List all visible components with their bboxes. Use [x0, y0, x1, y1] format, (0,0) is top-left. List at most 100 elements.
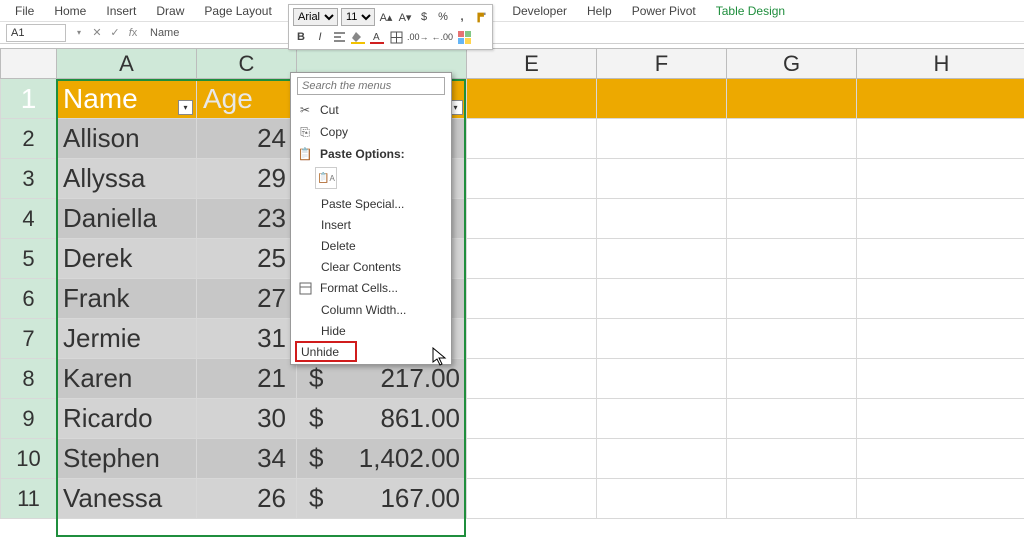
cell-name[interactable]: Derek — [57, 239, 197, 279]
cell-name[interactable]: Karen — [57, 359, 197, 399]
cell-age[interactable]: 30 — [197, 399, 297, 439]
row-header[interactable]: 1 — [1, 79, 57, 119]
format-painter-icon[interactable] — [473, 9, 489, 25]
context-menu-hide[interactable]: Hide — [291, 320, 451, 341]
cell-name[interactable]: Jermie — [57, 319, 197, 359]
fx-icon[interactable]: fx — [125, 25, 141, 41]
context-menu-copy[interactable]: ⎘ Copy — [291, 121, 451, 143]
ribbon-tabs: File Home Insert Draw Page Layout Formul… — [0, 0, 1024, 22]
cell-name[interactable]: Frank — [57, 279, 197, 319]
border-icon[interactable] — [388, 29, 404, 45]
cell-age[interactable]: 23 — [197, 199, 297, 239]
tab-home[interactable]: Home — [44, 1, 96, 21]
cm-label: Paste Special... — [321, 197, 404, 211]
cell-age[interactable]: 24 — [197, 119, 297, 159]
tab-table-design[interactable]: Table Design — [706, 1, 795, 21]
cm-label: Cut — [320, 103, 339, 117]
col-header-g[interactable]: G — [727, 49, 857, 79]
percent-icon[interactable]: % — [435, 9, 451, 25]
cell-name[interactable]: Stephen — [57, 439, 197, 479]
cancel-icon[interactable]: ✕ — [89, 25, 105, 41]
bold-icon[interactable]: B — [293, 29, 309, 45]
cell-age[interactable]: 26 — [197, 479, 297, 519]
cell-amount[interactable]: $167.00 — [297, 479, 467, 519]
cell-age[interactable]: 29 — [197, 159, 297, 199]
cell-age[interactable]: 31 — [197, 319, 297, 359]
context-menu-insert[interactable]: Insert — [291, 214, 451, 235]
format-cells-icon — [297, 280, 313, 296]
cm-label: Clear Contents — [321, 260, 401, 274]
name-box-dropdown-icon[interactable] — [71, 25, 87, 41]
tab-page-layout[interactable]: Page Layout — [194, 1, 281, 21]
context-menu-search[interactable] — [297, 77, 445, 95]
cell-age[interactable]: 21 — [197, 359, 297, 399]
context-menu-cut[interactable]: ✂ Cut — [291, 99, 451, 121]
cm-label: Delete — [321, 239, 356, 253]
fill-color-icon[interactable] — [350, 29, 366, 45]
cell-name[interactable]: Daniella — [57, 199, 197, 239]
paste-values-icon[interactable]: 📋A — [315, 167, 337, 189]
row-header[interactable]: 2 — [1, 119, 57, 159]
comma-style-icon[interactable]: , — [454, 9, 470, 25]
row-header[interactable]: 9 — [1, 399, 57, 439]
table-header-age[interactable]: Age — [197, 79, 297, 119]
row-header[interactable]: 4 — [1, 199, 57, 239]
cell-name[interactable]: Ricardo — [57, 399, 197, 439]
font-color-icon[interactable]: A — [369, 29, 385, 45]
font-size-select[interactable]: 11 — [341, 8, 375, 26]
currency-icon[interactable]: $ — [416, 9, 432, 25]
formula-bar-value[interactable]: Name — [150, 27, 179, 39]
cell-amount[interactable]: $861.00 — [297, 399, 467, 439]
increase-decimal-icon[interactable]: .00→ — [407, 29, 429, 45]
col-header-c[interactable]: C — [197, 49, 297, 79]
context-menu-paste-special[interactable]: Paste Special... — [291, 193, 451, 214]
cell-age[interactable]: 27 — [197, 279, 297, 319]
cell-name[interactable]: Vanessa — [57, 479, 197, 519]
select-all-corner[interactable] — [1, 49, 57, 79]
row-header[interactable]: 3 — [1, 159, 57, 199]
context-menu-unhide[interactable]: Unhide — [295, 341, 357, 362]
row-header[interactable]: 8 — [1, 359, 57, 399]
context-menu-clear-contents[interactable]: Clear Contents — [291, 256, 451, 277]
row-header[interactable]: 6 — [1, 279, 57, 319]
mini-toolbar: Arial 11 A▴ A▾ $ % , B I A .00→ ←.00 — [288, 4, 493, 50]
context-menu-delete[interactable]: Delete — [291, 235, 451, 256]
tab-power-pivot[interactable]: Power Pivot — [622, 1, 706, 21]
row-header[interactable]: 10 — [1, 439, 57, 479]
cell-amount[interactable]: $1,402.00 — [297, 439, 467, 479]
cell-name[interactable]: Allyssa — [57, 159, 197, 199]
col-header-a[interactable]: A — [57, 49, 197, 79]
table-header-name[interactable]: Name ▾ — [57, 79, 197, 119]
enter-icon[interactable]: ✓ — [107, 25, 123, 41]
cm-label: Paste Options: — [320, 147, 405, 161]
cm-label: Unhide — [301, 345, 339, 359]
italic-icon[interactable]: I — [312, 29, 328, 45]
tab-file[interactable]: File — [5, 1, 44, 21]
row-header[interactable]: 5 — [1, 239, 57, 279]
row-header[interactable]: 11 — [1, 479, 57, 519]
cell-age[interactable]: 25 — [197, 239, 297, 279]
decrease-decimal-icon[interactable]: ←.00 — [432, 29, 454, 45]
tab-help[interactable]: Help — [577, 1, 622, 21]
row-header[interactable]: 7 — [1, 319, 57, 359]
font-name-select[interactable]: Arial — [293, 8, 338, 26]
col-header-h[interactable]: H — [857, 49, 1024, 79]
cell-age[interactable]: 34 — [197, 439, 297, 479]
increase-font-icon[interactable]: A▴ — [378, 9, 394, 25]
align-icon[interactable] — [331, 29, 347, 45]
col-header-f[interactable]: F — [597, 49, 727, 79]
tab-developer[interactable]: Developer — [502, 1, 577, 21]
conditional-format-icon[interactable] — [456, 29, 472, 45]
col-header-e[interactable]: E — [467, 49, 597, 79]
header-name-label: Name — [63, 83, 138, 114]
tab-draw[interactable]: Draw — [146, 1, 194, 21]
spreadsheet-grid[interactable]: A C E F G H 1 Name ▾ Age ▾ — [0, 48, 1024, 538]
filter-dropdown-icon[interactable]: ▾ — [178, 100, 193, 115]
context-menu-column-width[interactable]: Column Width... — [291, 299, 451, 320]
tab-insert[interactable]: Insert — [96, 1, 146, 21]
context-menu-format-cells[interactable]: Format Cells... — [291, 277, 451, 299]
cell-name[interactable]: Allison — [57, 119, 197, 159]
context-menu: ✂ Cut ⎘ Copy 📋 Paste Options: 📋A Paste S… — [290, 72, 452, 365]
decrease-font-icon[interactable]: A▾ — [397, 9, 413, 25]
name-box[interactable]: A1 — [6, 24, 66, 42]
